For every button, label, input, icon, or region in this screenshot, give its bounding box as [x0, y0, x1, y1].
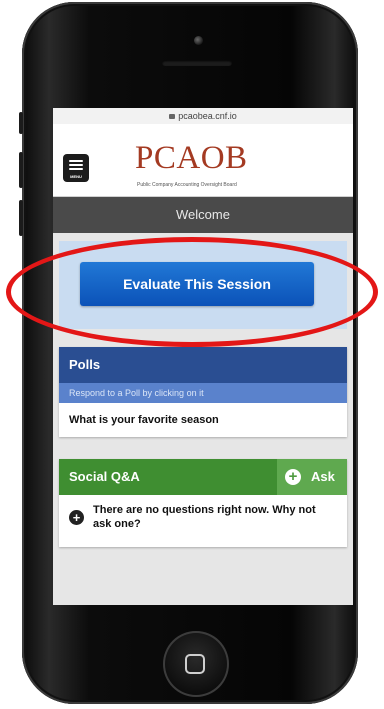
logo-subtitle: Public Company Accounting Oversight Boar…: [137, 182, 237, 188]
pcaob-logo: PCAOB: [135, 140, 248, 176]
earpiece-speaker: [162, 60, 232, 66]
plus-circle-icon: +: [69, 510, 84, 525]
phone-screen: pcaobea.cnf.io MENU PCAOB Public Company…: [53, 108, 353, 605]
ask-button[interactable]: + Ask: [277, 459, 347, 495]
menu-button[interactable]: MENU: [63, 154, 89, 182]
volume-up-button: [19, 152, 23, 188]
browser-url-bar[interactable]: pcaobea.cnf.io: [53, 108, 353, 124]
poll-item[interactable]: What is your favorite season: [59, 403, 347, 437]
menu-label: MENU: [70, 174, 82, 179]
qa-empty-message[interactable]: + There are no questions right now. Why …: [59, 495, 347, 547]
url-text: pcaobea.cnf.io: [178, 111, 237, 121]
social-qa-card: Social Q&A + Ask + There are no question…: [59, 459, 347, 547]
welcome-bar: Welcome: [53, 197, 353, 233]
plus-circle-icon: +: [285, 469, 301, 485]
volume-down-button: [19, 200, 23, 236]
qa-title: Social Q&A: [69, 469, 140, 484]
qa-empty-text: There are no questions right now. Why no…: [93, 504, 316, 530]
front-camera: [194, 36, 203, 45]
app-header: MENU PCAOB Public Company Accounting Ove…: [53, 124, 353, 197]
hamburger-icon: [69, 160, 83, 162]
highlight-ellipse: [6, 237, 378, 347]
polls-card: Polls Respond to a Poll by clicking on i…: [59, 347, 347, 437]
qa-header: Social Q&A + Ask: [59, 459, 347, 495]
home-button-icon: [185, 654, 205, 674]
ask-label: Ask: [311, 469, 335, 484]
mute-switch: [19, 112, 23, 134]
lock-icon: [169, 114, 176, 119]
polls-subtitle: Respond to a Poll by clicking on it: [59, 383, 347, 403]
polls-title: Polls: [59, 347, 347, 383]
